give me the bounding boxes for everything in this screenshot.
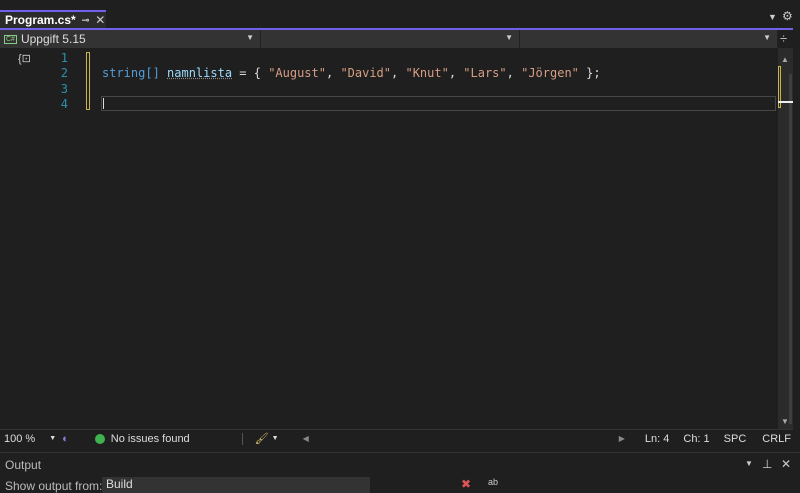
member-dropdown[interactable]: ▼ [520,30,778,48]
output-source-value: Build [106,477,133,491]
zoom-dropdown-icon[interactable]: ▼ [49,435,56,442]
variable-name: namnlista [167,66,233,80]
zoom-level[interactable]: 100 % [4,433,35,445]
output-panel: Output ▼ ⊥ ✕ Show output from: Build ✖ a… [0,452,800,493]
vertical-scrollbar[interactable]: ▲ ▼ [778,48,793,429]
output-title: Output [5,458,42,472]
project-dropdown[interactable]: C# Uppgift 5.15 ▼ [0,30,261,48]
show-output-label: Show output from: [5,479,103,493]
string-literal: "David" [340,66,392,80]
tab-list-dropdown-icon[interactable]: ▼ [768,12,777,22]
code-token: }; [578,66,601,80]
string-literal: "Jörgen" [521,66,579,80]
code-cleanup-icon[interactable]: 🖌 [255,432,269,445]
line-indicator[interactable]: Ln: 4 [645,433,669,445]
scroll-down-icon[interactable]: ▼ [781,417,789,426]
clear-all-icon[interactable]: ✖ [461,477,471,491]
line-ending-indicator[interactable]: CRLF [762,433,791,445]
code-token: , [391,66,406,80]
column-indicator[interactable]: Ch: 1 [683,433,709,445]
output-source-dropdown[interactable]: Build [102,477,370,493]
code-token: , [506,66,522,80]
project-name: Uppgift 5.15 [20,32,86,46]
pin-icon[interactable]: ⊥ [762,457,772,471]
tab-bar: Program.cs* ⊸ ✕ ▼ ⚙ [0,0,800,28]
chevron-down-icon: ▼ [246,33,254,42]
tab-title: Program.cs* [5,13,76,27]
issues-status[interactable]: No issues found [111,433,190,445]
scroll-up-icon[interactable]: ▲ [781,55,789,64]
divider [241,432,243,445]
type-dropdown[interactable]: ▼ [261,30,520,48]
string-literal: "Lars" [463,66,507,80]
pin-icon[interactable]: ⊸ [82,15,90,26]
code-token: , [325,66,341,80]
close-icon[interactable]: ✕ [781,457,791,471]
line-number: 1 [60,51,68,65]
copilot-icon[interactable]: ◐ [62,433,69,445]
scroll-left-icon[interactable]: ◀ [303,434,309,443]
scope-icon: {⊡ [18,53,31,65]
code-line-2[interactable]: string[] namnlista = { "August", "David"… [102,66,601,80]
type-keyword: string[] [102,66,160,80]
gear-icon[interactable]: ⚙ [782,9,793,23]
current-line-highlight [101,96,776,111]
change-indicator [86,52,90,110]
whitespace-indicator[interactable]: SPC [724,433,747,445]
csharp-project-icon: C# [4,34,17,44]
chevron-down-icon: ▼ [505,33,513,42]
tab-program-cs[interactable]: Program.cs* ⊸ ✕ [0,10,106,28]
line-number: 3 [60,82,68,96]
close-icon[interactable]: ✕ [95,13,105,27]
chevron-down-icon[interactable]: ▼ [745,459,753,468]
string-literal: "Knut" [405,66,449,80]
code-token: , [448,66,464,80]
text-cursor [103,98,104,109]
line-number: 4 [60,97,68,111]
scrollbar-thumb[interactable] [789,74,792,424]
navigation-bar: C# Uppgift 5.15 ▼ ▼ ▼ [0,30,778,48]
word-wrap-icon[interactable]: ab [488,477,498,487]
editor-status-bar: 100 % ▼ ◐ No issues found 🖌 ▼ ◀ ▶ Ln: 4 … [0,429,793,447]
code-token: = { [232,66,269,80]
check-icon [94,433,105,444]
line-number: 2 [60,66,68,80]
scroll-right-icon[interactable]: ▶ [619,434,625,443]
split-window-icon[interactable]: ÷ [780,31,787,46]
chevron-down-icon: ▼ [763,33,771,42]
caret-marker [778,101,793,103]
string-literal: "August" [268,66,326,80]
chevron-down-icon[interactable]: ▼ [272,435,279,442]
